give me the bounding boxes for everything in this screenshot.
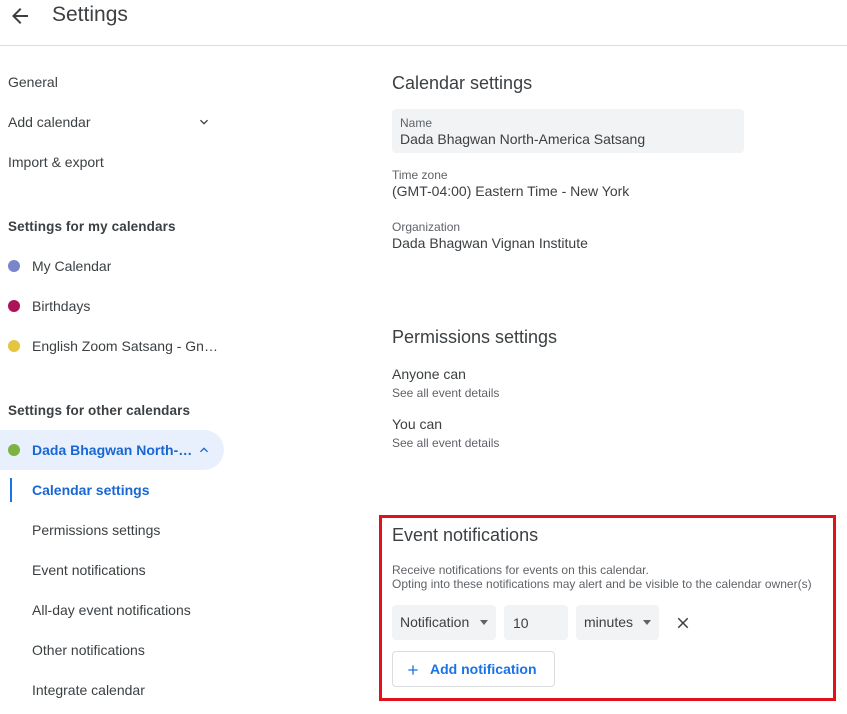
my-calendars-heading: Settings for my calendars xyxy=(8,219,176,234)
notification-amount-input[interactable] xyxy=(504,605,568,640)
dropdown-caret-icon xyxy=(480,620,488,625)
permissions-settings-heading: Permissions settings xyxy=(392,327,558,347)
you-can-value: See all event details xyxy=(392,436,500,450)
nav-add-calendar[interactable]: Add calendar xyxy=(8,102,224,142)
notification-unit-select[interactable]: minutes xyxy=(576,605,659,640)
timezone-label: Time zone xyxy=(392,168,448,182)
name-value: Dada Bhagwan North-America Satsang xyxy=(400,131,646,147)
remove-notification-close-icon[interactable] xyxy=(674,614,692,632)
organization-label: Organization xyxy=(392,220,461,234)
notification-type-value: Notification xyxy=(400,614,470,630)
dropdown-caret-icon xyxy=(643,620,651,625)
settings-header: Settings xyxy=(0,0,847,46)
calendar-item-label: Birthdays xyxy=(32,298,91,314)
subnav-integrate-calendar[interactable]: Integrate calendar xyxy=(32,670,145,710)
chevron-down-icon xyxy=(200,119,208,125)
event-notifications-description: Receive notifications for events on this… xyxy=(392,563,649,577)
calendar-item-english-zoom-satsang[interactable]: English Zoom Satsang - Gna… xyxy=(0,326,224,366)
calendar-color-dot xyxy=(8,260,20,272)
subnav-other-notifications[interactable]: Other notifications xyxy=(32,630,145,670)
add-notification-button[interactable]: Add notification xyxy=(392,651,555,687)
calendar-color-dot xyxy=(8,444,20,456)
timezone-value: (GMT-04:00) Eastern Time - New York xyxy=(392,183,630,199)
calendar-color-dot xyxy=(8,340,20,352)
name-label: Name xyxy=(400,116,433,130)
subnav-calendar-settings[interactable]: Calendar settings xyxy=(32,470,149,510)
organization-value: Dada Bhagwan Vignan Institute xyxy=(392,235,588,251)
calendar-item-label: Dada Bhagwan North-… xyxy=(32,442,193,458)
nav-add-calendar-label: Add calendar xyxy=(8,114,91,130)
calendar-color-dot xyxy=(8,300,20,312)
calendar-item-my-calendar[interactable]: My Calendar xyxy=(0,246,224,286)
calendar-settings-heading: Calendar settings xyxy=(392,73,533,93)
subnav-event-notifications[interactable]: Event notifications xyxy=(32,550,146,590)
notification-type-select[interactable]: Notification xyxy=(392,605,496,640)
other-calendars-heading: Settings for other calendars xyxy=(8,403,191,418)
plus-icon xyxy=(408,665,418,675)
add-notification-label: Add notification xyxy=(430,661,537,677)
subnav-all-day-event-notifications[interactable]: All-day event notifications xyxy=(32,590,191,630)
calendar-item-label: My Calendar xyxy=(32,258,112,274)
page-title: Settings xyxy=(52,3,128,26)
nav-general[interactable]: General xyxy=(8,62,224,102)
subnav-permissions-settings[interactable]: Permissions settings xyxy=(32,510,160,550)
settings-sidebar: General Add calendar Import & export Set… xyxy=(0,46,240,714)
calendar-name-field[interactable]: Name Dada Bhagwan North-America Satsang xyxy=(392,109,744,153)
anyone-can-value: See all event details xyxy=(392,386,500,400)
active-indicator xyxy=(10,478,12,502)
calendar-item-label: English Zoom Satsang - Gna… xyxy=(32,338,222,354)
chevron-up-icon[interactable] xyxy=(196,442,212,458)
back-arrow-icon[interactable] xyxy=(8,4,32,28)
event-notifications-heading: Event notifications xyxy=(392,525,539,545)
calendar-item-dada-bhagwan[interactable]: Dada Bhagwan North-… xyxy=(0,430,224,470)
event-notifications-warning: Opting into these notifications may aler… xyxy=(392,577,812,591)
nav-import-export[interactable]: Import & export xyxy=(8,142,224,182)
you-can-label: You can xyxy=(392,416,443,432)
anyone-can-label: Anyone can xyxy=(392,366,466,382)
notification-unit-value: minutes xyxy=(584,614,634,630)
calendar-item-birthdays[interactable]: Birthdays xyxy=(0,286,224,326)
